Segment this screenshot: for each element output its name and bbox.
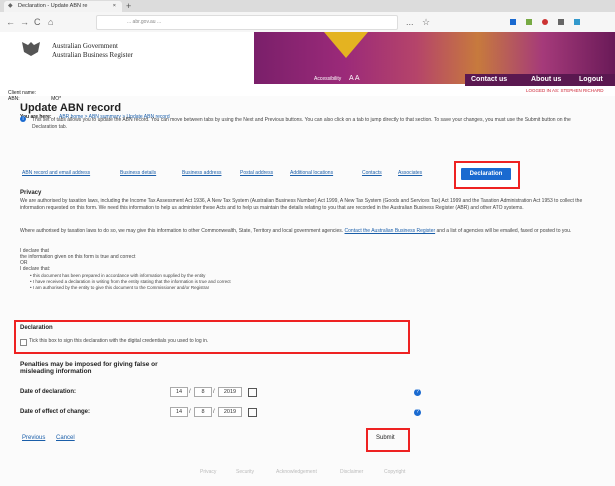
tab-abn-record[interactable]: ABN record and email address <box>22 168 90 178</box>
footer-link[interactable]: Disclaimer <box>340 466 363 478</box>
reload-icon[interactable]: C <box>34 16 41 28</box>
contact-abr-link[interactable]: Contact the Australian Business Register <box>345 228 436 234</box>
year-input[interactable]: 2019 <box>218 387 242 397</box>
banner-yellow-shape <box>324 32 368 58</box>
year-input[interactable]: 2019 <box>218 407 242 417</box>
submit-button[interactable]: Submit <box>376 435 395 441</box>
tab-postal-address[interactable]: Postal address <box>240 168 273 178</box>
declaration-bullet: • I am authorised by the entity to give … <box>30 285 210 290</box>
page-title: Update ABN record <box>20 102 122 114</box>
extension-icon[interactable] <box>542 19 548 25</box>
previous-button[interactable]: Previous <box>22 435 45 441</box>
bullet-text: I have received a declaration in writing… <box>32 279 231 284</box>
government-logo-text: Australian Government Australian Busines… <box>52 42 133 60</box>
extension-icon[interactable] <box>526 19 532 25</box>
declare-line: the information given on this form is tr… <box>20 254 136 260</box>
date-separator: / <box>213 389 215 395</box>
address-bar-url: ... abr.gov.au ... <box>127 19 162 25</box>
extension-icon[interactable] <box>558 19 564 25</box>
privacy-heading: Privacy <box>20 190 42 196</box>
logged-in-as: LOGGED IN AS: STEPHEN RICHARD <box>526 88 604 93</box>
intro-text: This set of tabs allows you to update th… <box>32 117 571 130</box>
declaration-tab-highlight: Declaration <box>454 161 520 189</box>
date-of-effect-field: 14 / 8 / 2019 <box>170 407 270 417</box>
bullet-text: this document has been prepared in accor… <box>32 273 206 278</box>
footer-link[interactable]: Acknowledgement <box>276 466 317 478</box>
disclosure-body: Where authorised by taxation laws to do … <box>20 228 344 234</box>
day-input[interactable]: 14 <box>170 387 188 397</box>
extension-icon[interactable] <box>510 19 516 25</box>
declaration-heading: Declaration <box>20 325 53 331</box>
tab-business-details[interactable]: Business details <box>120 168 156 178</box>
browser-tab-title: Declaration - Update ABN re <box>18 3 88 9</box>
declaration-checkbox-label: Tick this box to sign this declaration w… <box>29 338 209 344</box>
tab-declaration[interactable]: Declaration <box>461 168 511 180</box>
help-icon[interactable]: ? <box>414 389 421 396</box>
address-bar[interactable]: ... abr.gov.au ... <box>96 15 398 30</box>
forward-arrow-icon[interactable]: → <box>20 16 29 28</box>
calendar-icon[interactable] <box>248 388 257 397</box>
date-of-declaration-label: Date of declaration: <box>20 389 77 395</box>
page-menu-icon[interactable]: ... <box>406 16 414 28</box>
extension-icon[interactable] <box>574 19 580 25</box>
tab-associates[interactable]: Associates <box>398 168 422 178</box>
site-header: Australian Government Australian Busines… <box>0 32 615 120</box>
date-of-declaration-field: 14 / 8 / 2019 <box>170 387 270 397</box>
declaration-checkbox[interactable] <box>20 339 27 346</box>
main-content: Update ABN record i This set of tabs all… <box>0 96 615 486</box>
page-favicon-icon: ◆ <box>8 3 13 9</box>
bullet-text: I am authorised by the entity to give th… <box>32 285 210 290</box>
browser-tab[interactable]: ◆ Declaration - Update ABN re × <box>4 1 122 12</box>
month-input[interactable]: 8 <box>194 407 212 417</box>
top-nav: Contact us About us Logout <box>465 74 615 86</box>
date-of-effect-label: Date of effect of change: <box>20 409 91 415</box>
date-separator: / <box>189 389 191 395</box>
browser-toolbar: ← → C ⌂ ... abr.gov.au ... ... ☆ <box>0 12 615 33</box>
register-title: Australian Business Register <box>52 51 133 59</box>
privacy-text: We are authorised by taxation laws, incl… <box>20 198 583 211</box>
footer-link[interactable]: Copyright <box>384 466 405 478</box>
tab-contacts[interactable]: Contacts <box>362 168 382 178</box>
tab-business-address[interactable]: Business address <box>182 168 221 178</box>
footer-link[interactable]: Security <box>236 466 254 478</box>
nav-contact-us[interactable]: Contact us <box>471 74 507 86</box>
coat-of-arms-icon <box>22 42 40 56</box>
text-size-control[interactable]: A A <box>349 75 360 82</box>
nav-about-us[interactable]: About us <box>531 74 561 86</box>
date-separator: / <box>213 409 215 415</box>
disclosure-text: Where authorised by taxation laws to do … <box>20 228 595 235</box>
month-input[interactable]: 8 <box>194 387 212 397</box>
help-icon[interactable]: ? <box>414 409 421 416</box>
disclosure-tail: and a list of agencies will be emailed, … <box>436 228 572 234</box>
declaration-section: Declaration Tick this box to sign this d… <box>14 320 410 354</box>
new-tab-button[interactable]: + <box>126 2 136 11</box>
footer: Privacy Security Acknowledgement Disclai… <box>0 466 615 478</box>
accessibility-link[interactable]: Accessibility <box>314 76 341 82</box>
footer-link[interactable]: Privacy <box>200 466 216 478</box>
home-icon[interactable]: ⌂ <box>48 16 53 28</box>
browser-tab-bar: ◆ Declaration - Update ABN re × + <box>0 0 615 12</box>
date-separator: / <box>189 409 191 415</box>
tab-additional-locations[interactable]: Additional locations <box>290 168 333 178</box>
penalties-warning: Penalties may be imposed for giving fals… <box>20 361 158 375</box>
calendar-icon[interactable] <box>248 408 257 417</box>
back-arrow-icon[interactable]: ← <box>6 16 15 28</box>
declare-that-2: I declare that: <box>20 266 51 272</box>
close-tab-icon[interactable]: × <box>113 1 116 12</box>
bookmark-star-icon[interactable]: ☆ <box>422 16 430 28</box>
submit-highlight: Submit <box>366 428 410 452</box>
day-input[interactable]: 14 <box>170 407 188 417</box>
nav-logout[interactable]: Logout <box>579 74 603 86</box>
gov-title: Australian Government <box>52 42 118 50</box>
cancel-button[interactable]: Cancel <box>56 435 75 441</box>
record-tabs: ABN record and email address Business de… <box>22 168 522 178</box>
info-icon: i <box>20 116 26 122</box>
